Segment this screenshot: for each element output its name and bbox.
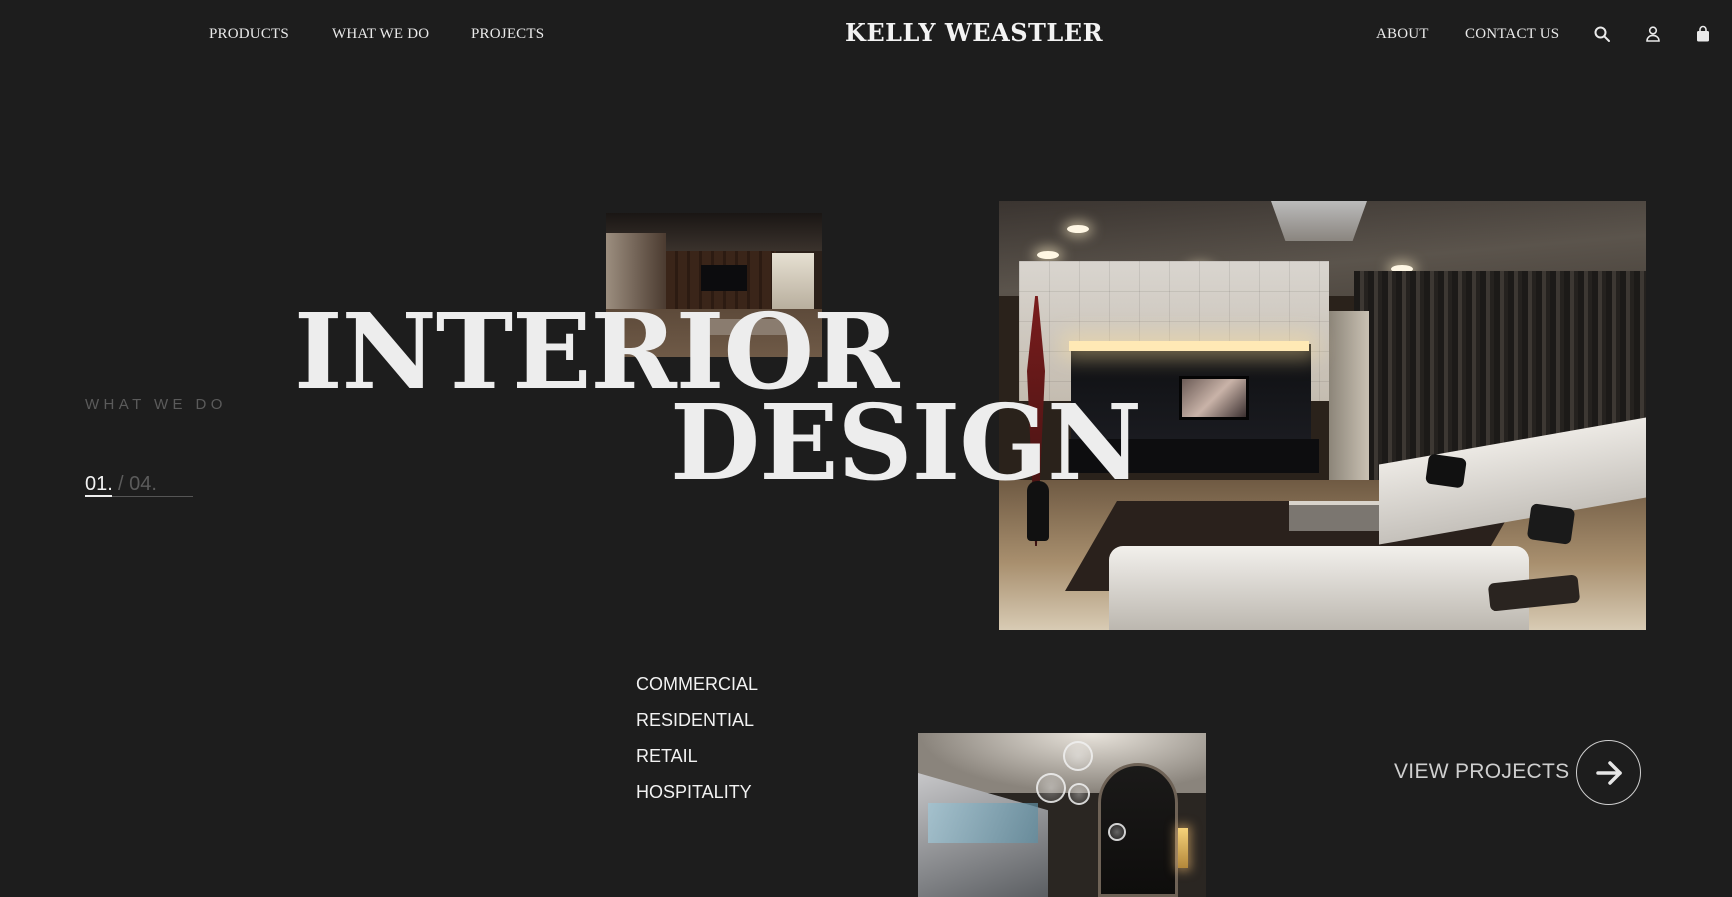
bag-icon[interactable] (1694, 25, 1712, 43)
nav-what-we-do[interactable]: WHAT WE DO (332, 26, 429, 43)
view-projects-button[interactable] (1576, 740, 1641, 805)
arrow-right-icon (1593, 757, 1625, 789)
pager-progress-fill (85, 495, 112, 497)
nav-contact-us[interactable]: CONTACT US (1465, 26, 1559, 43)
pager-current: 01. (85, 473, 113, 495)
nav-about[interactable]: ABOUT (1376, 26, 1429, 43)
nav-products[interactable]: PRODUCTS (209, 26, 289, 43)
interior-photo-bottom (918, 733, 1206, 897)
nav-projects[interactable]: PROJECTS (471, 26, 544, 43)
page: PRODUCTS WHAT WE DO PROJECTS KELLY WEAST… (0, 0, 1732, 897)
category-commercial[interactable]: COMMERCIAL (636, 673, 758, 709)
category-list: COMMERCIAL RESIDENTIAL RETAIL HOSPITALIT… (636, 673, 758, 817)
slide-pager[interactable]: 01. / 04. (85, 473, 193, 497)
category-retail[interactable]: RETAIL (636, 745, 758, 781)
category-residential[interactable]: RESIDENTIAL (636, 709, 758, 745)
brand-logo[interactable]: KELLY WEASTLER (845, 18, 1103, 47)
search-icon[interactable] (1593, 25, 1611, 43)
account-icon[interactable] (1644, 25, 1662, 43)
section-kicker: WHAT WE DO (85, 396, 227, 413)
pager-total: / 04. (118, 473, 157, 495)
view-projects-link[interactable]: VIEW PROJECTS (1394, 760, 1569, 784)
category-hospitality[interactable]: HOSPITALITY (636, 781, 758, 817)
headline-line-2: DESIGN (670, 381, 1142, 504)
